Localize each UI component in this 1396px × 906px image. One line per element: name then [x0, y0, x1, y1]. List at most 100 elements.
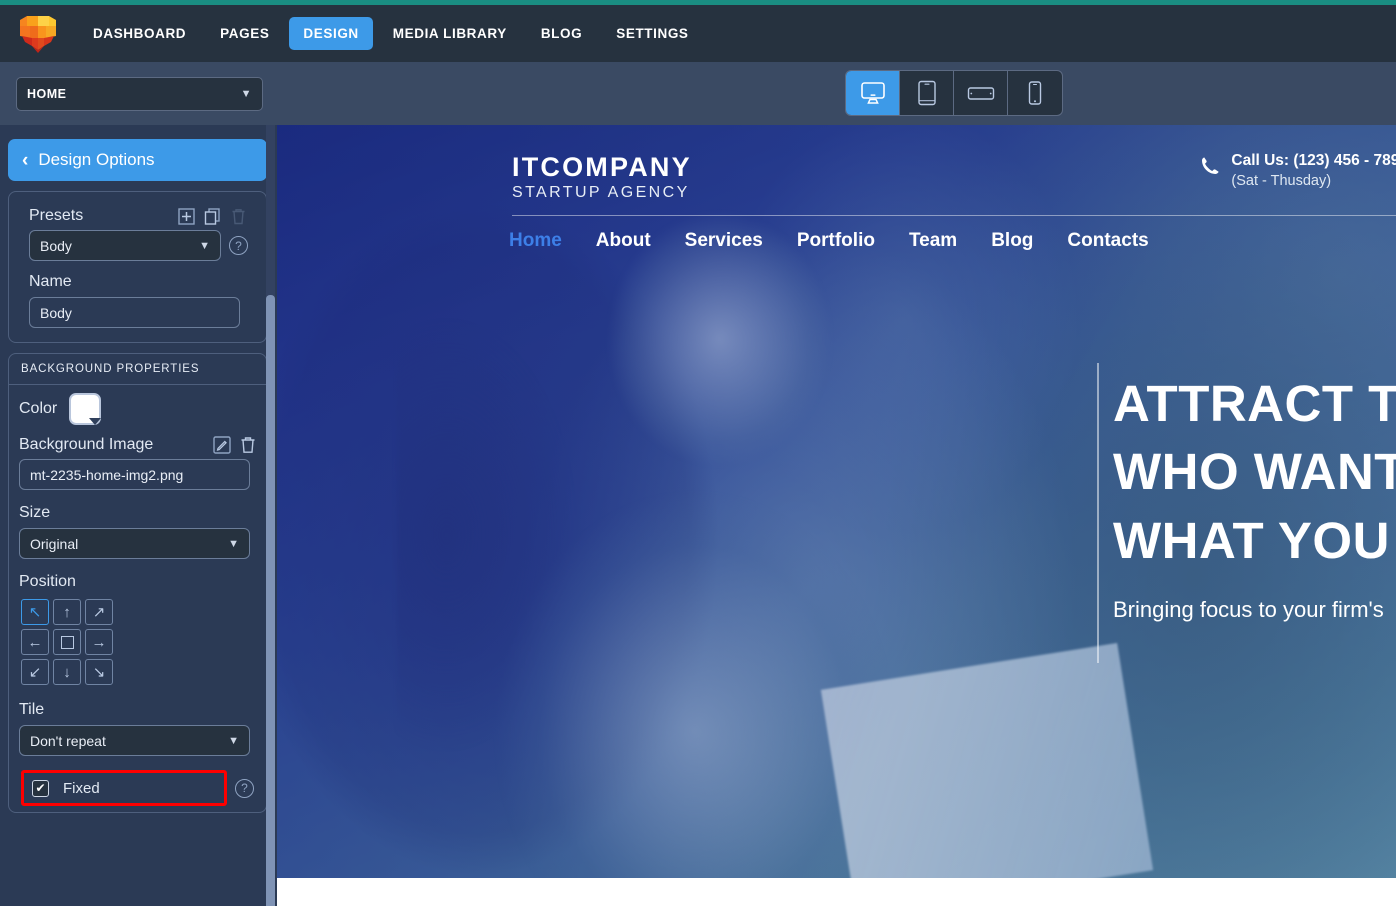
- tile-select[interactable]: Don't repeat ▼: [19, 725, 250, 756]
- design-options-back-button[interactable]: ‹ Design Options: [8, 139, 267, 181]
- chevron-down-icon: ▼: [228, 537, 239, 550]
- site-nav-home[interactable]: Home: [509, 230, 562, 252]
- hero-section: ITCOMPANY STARTUP AGENCY Call Us: (123) …: [277, 125, 1396, 878]
- heart-logo-icon: [20, 15, 56, 53]
- presets-card: Presets Body ▼ ? Name Body: [8, 191, 267, 343]
- fixed-highlight-box: ✔ Fixed: [21, 770, 227, 806]
- presets-select[interactable]: Body ▼: [29, 230, 221, 261]
- color-row: Color: [9, 385, 266, 425]
- site-header: ITCOMPANY STARTUP AGENCY Call Us: (123) …: [277, 125, 1396, 251]
- device-button-desktop[interactable]: [846, 71, 900, 115]
- call-us-text-wrap: Call Us: (123) 456 - 7890 (Sat - Thusday…: [1231, 152, 1396, 189]
- site-nav-services[interactable]: Services: [685, 230, 763, 252]
- center-square-icon: [60, 635, 74, 649]
- position-grid: ↖ ↑ ↗ ← → ↙ ↓ ↘: [9, 597, 266, 685]
- site-nav-team[interactable]: Team: [909, 230, 957, 252]
- copy-icon: [204, 207, 220, 225]
- background-image-input[interactable]: mt-2235-home-img2.png: [19, 459, 250, 490]
- background-properties-card: BACKGROUND PROPERTIES Color Background I…: [8, 353, 267, 813]
- tile-select-value: Don't repeat: [30, 732, 106, 749]
- site-navigation: Home About Services Portfolio Team Blog …: [509, 230, 1183, 252]
- mobile-icon: [1028, 81, 1042, 105]
- position-cell-bottom-left[interactable]: ↙: [21, 659, 49, 685]
- design-options-label: Design Options: [38, 150, 155, 169]
- position-cell-bottom-right[interactable]: ↘: [85, 659, 113, 685]
- trash-icon: [241, 437, 255, 453]
- name-input[interactable]: Body: [29, 297, 240, 328]
- app-root: DASHBOARD PAGES DESIGN MEDIA LIBRARY BLO…: [0, 0, 1396, 906]
- site-nav-blog[interactable]: Blog: [991, 230, 1033, 252]
- desktop-icon: [860, 82, 885, 104]
- device-button-tablet-portrait[interactable]: [900, 71, 954, 115]
- position-cell-middle-left[interactable]: ←: [21, 629, 49, 655]
- device-button-tablet-landscape[interactable]: [954, 71, 1008, 115]
- site-nav-portfolio[interactable]: Portfolio: [797, 230, 875, 252]
- background-image-input-row: mt-2235-home-img2.png: [9, 459, 266, 490]
- position-cell-top-left[interactable]: ↖: [21, 599, 49, 625]
- presets-help-icon[interactable]: ?: [229, 236, 248, 255]
- hero-heading-line-2: WHO WANTS: [1113, 443, 1396, 501]
- tablet-landscape-icon: [967, 87, 994, 100]
- preview-below-hero: [277, 878, 1396, 906]
- hero-heading-line-3: WHAT YOU: [1113, 511, 1390, 569]
- call-us-block: Call Us: (123) 456 - 7890 (Sat - Thusday…: [1199, 152, 1396, 189]
- background-properties-header: BACKGROUND PROPERTIES: [9, 354, 266, 385]
- add-preset-icon[interactable]: [176, 206, 196, 226]
- sidebar-scroll-area: ‹ Design Options Presets Body ▼ ? Name B…: [0, 125, 277, 906]
- edit-image-icon[interactable]: [212, 435, 232, 455]
- size-select-value: Original: [30, 535, 79, 552]
- nav-item-blog[interactable]: BLOG: [527, 17, 596, 50]
- size-select[interactable]: Original ▼: [19, 528, 250, 559]
- tile-select-row: Don't repeat ▼: [9, 725, 266, 756]
- color-swatch[interactable]: [69, 393, 102, 425]
- trash-icon: [232, 208, 244, 224]
- app-logo[interactable]: [0, 14, 76, 54]
- nav-item-settings[interactable]: SETTINGS: [602, 17, 702, 50]
- position-cell-middle-right[interactable]: →: [85, 629, 113, 655]
- plus-square-icon: [177, 207, 195, 225]
- swatch-dropdown-arrow-icon: [89, 418, 102, 425]
- fixed-row: ✔ Fixed ?: [15, 764, 260, 812]
- delete-preset-icon: [228, 206, 248, 226]
- secondary-toolbar: HOME ▼: [0, 62, 1396, 125]
- nav-item-design[interactable]: DESIGN: [289, 17, 373, 50]
- device-button-mobile[interactable]: [1008, 71, 1062, 115]
- position-cell-center[interactable]: [53, 629, 81, 655]
- position-cell-top-center[interactable]: ↑: [53, 599, 81, 625]
- fixed-help-icon[interactable]: ?: [235, 778, 254, 798]
- design-sidebar: ‹ Design Options Presets Body ▼ ? Name B…: [0, 125, 277, 906]
- hero-vertical-rule: [1097, 363, 1099, 663]
- fixed-label: Fixed: [63, 779, 100, 797]
- phone-icon: [1199, 155, 1221, 182]
- device-preview-toggle-group: [845, 70, 1063, 116]
- hero-copy-block: ATTRACT THE WHO WANTS WHAT YOU Bringing …: [1113, 370, 1396, 623]
- presets-select-value: Body: [40, 237, 72, 254]
- delete-image-icon[interactable]: [238, 435, 258, 455]
- name-label: Name: [29, 273, 72, 290]
- size-label: Size: [19, 504, 51, 521]
- background-image-header-row: Background Image: [9, 435, 266, 455]
- call-us-number: Call Us: (123) 456 - 7890: [1231, 152, 1396, 169]
- navbar-items: DASHBOARD PAGES DESIGN MEDIA LIBRARY BLO…: [76, 5, 706, 62]
- nav-item-media-library[interactable]: MEDIA LIBRARY: [379, 17, 521, 50]
- fixed-checkbox[interactable]: ✔: [32, 779, 49, 797]
- hero-heading-line-1: ATTRACT THE: [1113, 375, 1396, 432]
- duplicate-preset-icon[interactable]: [202, 206, 222, 226]
- position-cell-top-right[interactable]: ↗: [85, 599, 113, 625]
- presets-actions: [170, 206, 248, 226]
- page-selector[interactable]: HOME ▼: [16, 76, 263, 111]
- background-image-actions: [206, 435, 258, 455]
- site-nav-contacts[interactable]: Contacts: [1067, 230, 1148, 252]
- nav-item-dashboard[interactable]: DASHBOARD: [79, 17, 200, 50]
- presets-header-row: Presets: [19, 206, 256, 226]
- page-selector-value: HOME: [27, 86, 67, 101]
- background-image-label: Background Image: [19, 436, 154, 453]
- color-label: Color: [19, 400, 58, 417]
- nav-item-pages[interactable]: PAGES: [206, 17, 283, 50]
- site-nav-about[interactable]: About: [596, 230, 651, 252]
- sidebar-scrollbar-thumb[interactable]: [266, 295, 275, 906]
- position-cell-bottom-center[interactable]: ↓: [53, 659, 81, 685]
- top-navbar: DASHBOARD PAGES DESIGN MEDIA LIBRARY BLO…: [0, 5, 1396, 62]
- site-preview-pane[interactable]: ITCOMPANY STARTUP AGENCY Call Us: (123) …: [277, 125, 1396, 906]
- chevron-down-icon: ▼: [240, 87, 252, 100]
